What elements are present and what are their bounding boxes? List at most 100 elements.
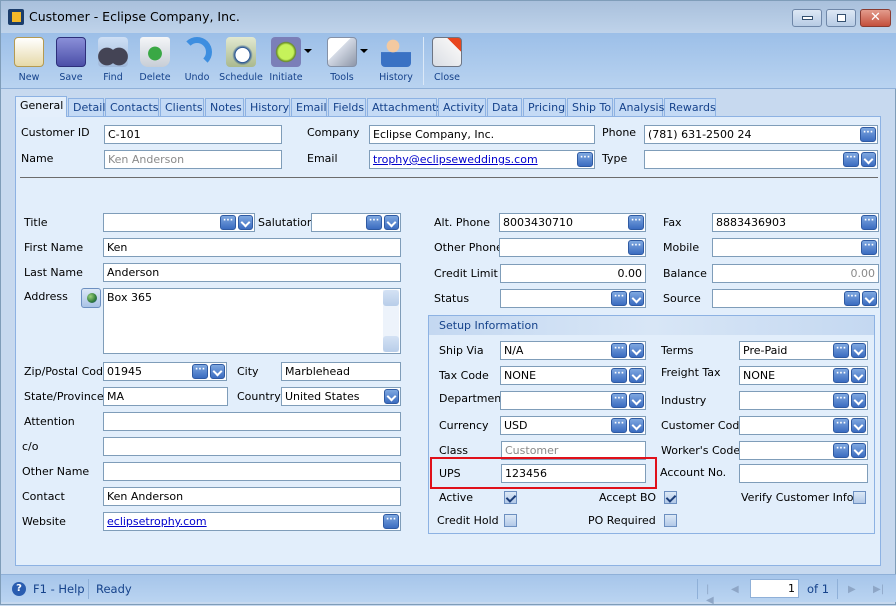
other-phone-field[interactable]: ··· xyxy=(499,238,646,257)
title-browse-icon[interactable]: ··· xyxy=(220,215,236,230)
delete-button[interactable]: Delete xyxy=(137,35,173,87)
title-field[interactable]: ··· xyxy=(103,213,255,232)
industry-browse-icon[interactable]: ··· xyxy=(833,393,849,408)
maximize-button[interactable] xyxy=(826,9,856,27)
freight-tax-dropdown-icon[interactable] xyxy=(851,368,866,383)
history-button[interactable]: History xyxy=(377,35,415,87)
help-icon[interactable]: ? xyxy=(12,582,26,596)
initiate-dropdown-icon[interactable] xyxy=(304,49,312,53)
website-browse-icon[interactable]: ··· xyxy=(383,514,399,529)
help-text[interactable]: F1 - Help xyxy=(33,582,85,596)
source-field[interactable]: ··· xyxy=(712,289,879,308)
tab-notes[interactable]: Notes xyxy=(205,98,244,117)
ups-field[interactable]: 123456 xyxy=(501,464,646,483)
tab-rewards[interactable]: Rewards xyxy=(664,98,716,117)
scroll-down-icon[interactable] xyxy=(383,336,399,352)
mobile-browse-icon[interactable]: ··· xyxy=(861,240,877,255)
country-dropdown-icon[interactable] xyxy=(384,389,399,404)
phone-browse-icon[interactable]: ··· xyxy=(860,127,876,142)
email-field[interactable]: trophy@eclipseweddings.com ··· xyxy=(369,150,595,169)
tools-button[interactable]: Tools xyxy=(323,35,368,87)
type-field[interactable]: ··· xyxy=(644,150,878,169)
last-page-icon[interactable]: ▶| xyxy=(873,584,884,595)
po-required-checkbox[interactable] xyxy=(664,514,677,527)
minimize-button[interactable] xyxy=(792,9,822,27)
undo-button[interactable]: Undo xyxy=(179,35,215,87)
next-page-icon[interactable]: ▶ xyxy=(848,584,858,595)
website-field[interactable]: eclipsetrophy.com ··· xyxy=(103,512,401,531)
email-link[interactable]: trophy@eclipseweddings.com xyxy=(373,153,538,166)
ship-via-field[interactable]: N/A ··· xyxy=(500,341,646,360)
tab-fields[interactable]: Fields xyxy=(328,98,366,117)
customer-code-browse-icon[interactable]: ··· xyxy=(833,418,849,433)
tab-detail[interactable]: Detail xyxy=(68,98,105,117)
accept-bo-checkbox[interactable] xyxy=(664,491,677,504)
country-field[interactable]: United States xyxy=(281,387,401,406)
close-window-button[interactable]: ✕ xyxy=(860,9,891,27)
phone-field[interactable]: (781) 631-2500 24 ··· xyxy=(644,125,878,144)
department-field[interactable]: ··· xyxy=(500,391,646,410)
alt-phone-field[interactable]: 8003430710 ··· xyxy=(499,213,646,232)
tab-data[interactable]: Data xyxy=(487,98,522,117)
initiate-button[interactable]: Initiate xyxy=(267,35,312,87)
email-browse-icon[interactable]: ··· xyxy=(577,152,593,167)
department-dropdown-icon[interactable] xyxy=(629,393,644,408)
ship-via-browse-icon[interactable]: ··· xyxy=(611,343,627,358)
name-field[interactable]: Ken Anderson xyxy=(104,150,282,169)
tab-general[interactable]: General xyxy=(15,96,67,117)
tab-email[interactable]: Email xyxy=(291,98,327,117)
terms-browse-icon[interactable]: ··· xyxy=(833,343,849,358)
fax-field[interactable]: 8883436903 ··· xyxy=(712,213,879,232)
scroll-up-icon[interactable] xyxy=(383,290,399,306)
terms-dropdown-icon[interactable] xyxy=(851,343,866,358)
tab-history[interactable]: History xyxy=(245,98,290,117)
type-dropdown-icon[interactable] xyxy=(861,152,876,167)
tab-contacts[interactable]: Contacts xyxy=(105,98,159,117)
industry-field[interactable]: ··· xyxy=(739,391,868,410)
source-browse-icon[interactable]: ··· xyxy=(844,291,860,306)
customer-id-field[interactable]: C-101 xyxy=(104,125,282,144)
schedule-button[interactable]: Schedule xyxy=(219,35,263,87)
tax-code-dropdown-icon[interactable] xyxy=(629,368,644,383)
address-scrollbar[interactable] xyxy=(383,290,399,352)
co-field[interactable] xyxy=(103,437,401,456)
tab-pricing[interactable]: Pricing xyxy=(523,98,566,117)
salutation-field[interactable]: ··· xyxy=(311,213,401,232)
fax-browse-icon[interactable]: ··· xyxy=(861,215,877,230)
industry-dropdown-icon[interactable] xyxy=(851,393,866,408)
freight-tax-browse-icon[interactable]: ··· xyxy=(833,368,849,383)
page-number-field[interactable]: 1 xyxy=(750,579,799,598)
save-button[interactable]: Save xyxy=(53,35,89,87)
status-dropdown-icon[interactable] xyxy=(629,291,644,306)
zip-field[interactable]: 01945 ··· xyxy=(103,362,227,381)
mobile-field[interactable]: ··· xyxy=(712,238,879,257)
currency-browse-icon[interactable]: ··· xyxy=(611,418,627,433)
salutation-browse-icon[interactable]: ··· xyxy=(366,215,382,230)
workers-code-browse-icon[interactable]: ··· xyxy=(833,443,849,458)
company-field[interactable]: Eclipse Company, Inc. xyxy=(369,125,595,144)
freight-tax-field[interactable]: NONE ··· xyxy=(739,366,868,385)
alt-phone-browse-icon[interactable]: ··· xyxy=(628,215,644,230)
zip-browse-icon[interactable]: ··· xyxy=(192,364,208,379)
tab-ship-to[interactable]: Ship To xyxy=(567,98,613,117)
currency-field[interactable]: USD ··· xyxy=(500,416,646,435)
previous-page-icon[interactable]: ◀ xyxy=(731,584,741,595)
tab-analysis[interactable]: Analysis xyxy=(614,98,664,117)
workers-code-dropdown-icon[interactable] xyxy=(851,443,866,458)
state-field[interactable]: MA xyxy=(103,387,228,406)
status-browse-icon[interactable]: ··· xyxy=(611,291,627,306)
address-field[interactable]: Box 365 xyxy=(103,288,401,354)
ship-via-dropdown-icon[interactable] xyxy=(629,343,644,358)
find-button[interactable]: Find xyxy=(95,35,131,87)
workers-code-field[interactable]: ··· xyxy=(739,441,868,460)
customer-code-dropdown-icon[interactable] xyxy=(851,418,866,433)
close-button[interactable]: Close xyxy=(429,35,465,87)
tax-code-field[interactable]: NONE ··· xyxy=(500,366,646,385)
other-name-field[interactable] xyxy=(103,462,401,481)
attention-field[interactable] xyxy=(103,412,401,431)
tab-clients[interactable]: Clients xyxy=(160,98,204,117)
tools-dropdown-icon[interactable] xyxy=(360,49,368,53)
credit-hold-checkbox[interactable] xyxy=(504,514,517,527)
map-globe-icon[interactable] xyxy=(81,288,101,308)
terms-field[interactable]: Pre-Paid ··· xyxy=(739,341,868,360)
